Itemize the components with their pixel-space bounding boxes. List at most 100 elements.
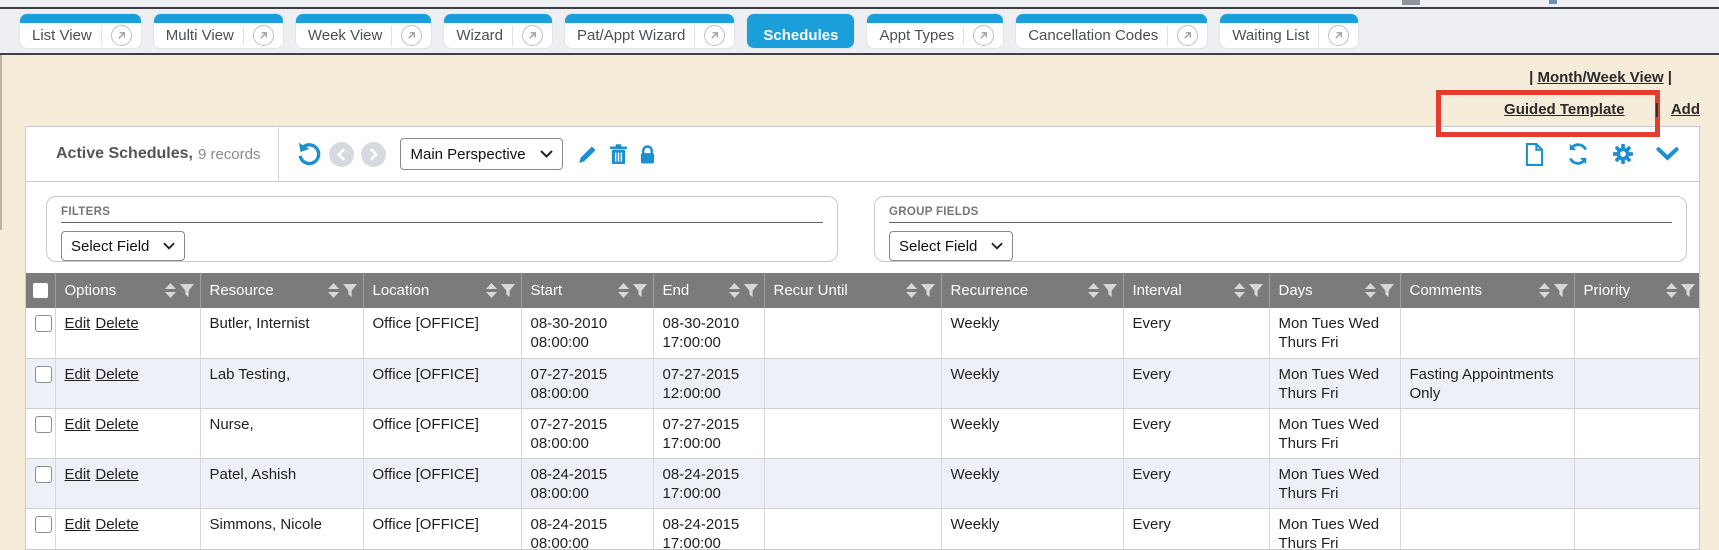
tab-divider xyxy=(101,26,102,46)
external-link-icon[interactable] xyxy=(704,25,725,46)
external-link-icon[interactable] xyxy=(522,25,543,46)
lock-icon[interactable] xyxy=(639,144,656,165)
delete-trash-icon[interactable] xyxy=(609,144,628,165)
sort-icon[interactable] xyxy=(1088,283,1099,298)
location-cell: Office [OFFICE] xyxy=(363,308,521,358)
edit-link[interactable]: Edit xyxy=(65,315,91,332)
funnel-icon[interactable] xyxy=(1681,284,1695,297)
new-page-icon[interactable] xyxy=(1525,143,1544,166)
column-header-options[interactable]: Options xyxy=(55,273,200,308)
gear-icon[interactable] xyxy=(1612,143,1634,165)
edit-link[interactable]: Edit xyxy=(65,416,91,433)
edit-pencil-icon[interactable] xyxy=(577,144,598,165)
tab-cancellation-codes[interactable]: Cancellation Codes xyxy=(1016,14,1207,48)
funnel-icon[interactable] xyxy=(633,284,647,297)
tab-label: Week View xyxy=(308,27,382,44)
sort-icon[interactable] xyxy=(165,283,176,298)
tab-appt-types[interactable]: Appt Types xyxy=(867,14,1003,48)
external-link-icon[interactable] xyxy=(1328,25,1349,46)
guided-template-link[interactable]: Guided Template xyxy=(1504,101,1625,118)
end-time: 17:00:00 xyxy=(663,434,756,453)
sort-icon[interactable] xyxy=(1666,283,1677,298)
funnel-icon[interactable] xyxy=(180,284,194,297)
group-fields-select[interactable]: Select Field xyxy=(889,231,1013,261)
month-week-view-link[interactable]: Month/Week View xyxy=(1537,69,1663,86)
days-cell: Mon Tues Wed Thurs Fri xyxy=(1269,408,1400,458)
column-header-end[interactable]: End xyxy=(653,273,764,308)
perspective-select[interactable]: Main Perspective xyxy=(400,138,562,170)
funnel-icon[interactable] xyxy=(1554,284,1568,297)
delete-link[interactable]: Delete xyxy=(95,516,138,533)
filters-field-select[interactable]: Select Field xyxy=(61,231,185,261)
end-time: 17:00:00 xyxy=(663,534,756,550)
select-all-header[interactable] xyxy=(26,273,55,308)
external-link-icon[interactable] xyxy=(111,25,132,46)
column-header-recurrence[interactable]: Recurrence xyxy=(941,273,1123,308)
column-header-recur-until[interactable]: Recur Until xyxy=(764,273,941,308)
tab-multi-view[interactable]: Multi View xyxy=(154,14,283,48)
tab-label: Schedules xyxy=(763,27,838,44)
column-header-resource[interactable]: Resource xyxy=(200,273,363,308)
tab-pat-appt-wizard[interactable]: Pat/Appt Wizard xyxy=(565,14,734,48)
prev-icon[interactable] xyxy=(329,142,354,167)
priority-cell xyxy=(1574,358,1700,408)
start-cell: 07-27-201508:00:00 xyxy=(521,358,653,408)
external-link-icon[interactable] xyxy=(401,25,422,46)
funnel-icon[interactable] xyxy=(1249,284,1263,297)
row-checkbox[interactable] xyxy=(35,416,52,433)
tab-week-view[interactable]: Week View xyxy=(296,14,431,48)
external-link-icon[interactable] xyxy=(1177,25,1198,46)
delete-link[interactable]: Delete xyxy=(95,466,138,483)
row-checkbox[interactable] xyxy=(35,315,52,332)
tab-label: Pat/Appt Wizard xyxy=(577,27,685,44)
end-time: 17:00:00 xyxy=(663,333,756,352)
column-header-location[interactable]: Location xyxy=(363,273,521,308)
sort-icon[interactable] xyxy=(1365,283,1376,298)
funnel-icon[interactable] xyxy=(1380,284,1394,297)
funnel-icon[interactable] xyxy=(1103,284,1117,297)
delete-link[interactable]: Delete xyxy=(95,416,138,433)
refresh-icon[interactable] xyxy=(1566,143,1590,165)
chevron-down-icon[interactable] xyxy=(1656,147,1679,161)
edit-link[interactable]: Edit xyxy=(65,466,91,483)
row-checkbox[interactable] xyxy=(35,516,52,533)
column-header-interval[interactable]: Interval xyxy=(1123,273,1269,308)
funnel-icon[interactable] xyxy=(744,284,758,297)
sort-icon[interactable] xyxy=(486,283,497,298)
sort-icon[interactable] xyxy=(1539,283,1550,298)
tab-schedules[interactable]: Schedules xyxy=(747,14,854,48)
select-all-checkbox[interactable] xyxy=(33,283,48,298)
external-link-icon[interactable] xyxy=(973,25,994,46)
row-checkbox[interactable] xyxy=(35,466,52,483)
tab-divider xyxy=(1167,26,1168,46)
column-header-priority[interactable]: Priority xyxy=(1574,273,1700,308)
tab-waiting-list[interactable]: Waiting List xyxy=(1220,14,1358,48)
column-header-days[interactable]: Days xyxy=(1269,273,1400,308)
sort-icon[interactable] xyxy=(729,283,740,298)
start-time: 08:00:00 xyxy=(531,434,645,453)
edit-link[interactable]: Edit xyxy=(65,516,91,533)
external-link-icon[interactable] xyxy=(253,25,274,46)
tab-list-view[interactable]: List View xyxy=(20,14,141,48)
tab-wizard[interactable]: Wizard xyxy=(444,14,552,48)
sort-icon[interactable] xyxy=(906,283,917,298)
start-time: 08:00:00 xyxy=(531,484,645,503)
group-fields-box: GROUP FIELDS Select Field xyxy=(874,196,1687,262)
recur-until-cell xyxy=(764,358,941,408)
sort-icon[interactable] xyxy=(1234,283,1245,298)
sort-icon[interactable] xyxy=(328,283,339,298)
funnel-icon[interactable] xyxy=(921,284,935,297)
column-header-start[interactable]: Start xyxy=(521,273,653,308)
undo-icon[interactable] xyxy=(295,141,322,167)
edit-link[interactable]: Edit xyxy=(65,366,91,383)
table-row: EditDelete Patel, Ashish Office [OFFICE]… xyxy=(26,458,1700,508)
column-header-comments[interactable]: Comments xyxy=(1400,273,1574,308)
funnel-icon[interactable] xyxy=(501,284,515,297)
sort-icon[interactable] xyxy=(618,283,629,298)
funnel-icon[interactable] xyxy=(343,284,357,297)
add-link[interactable]: Add xyxy=(1671,101,1700,118)
delete-link[interactable]: Delete xyxy=(95,315,138,332)
row-checkbox[interactable] xyxy=(35,366,52,383)
delete-link[interactable]: Delete xyxy=(95,366,138,383)
next-icon[interactable] xyxy=(361,142,386,167)
